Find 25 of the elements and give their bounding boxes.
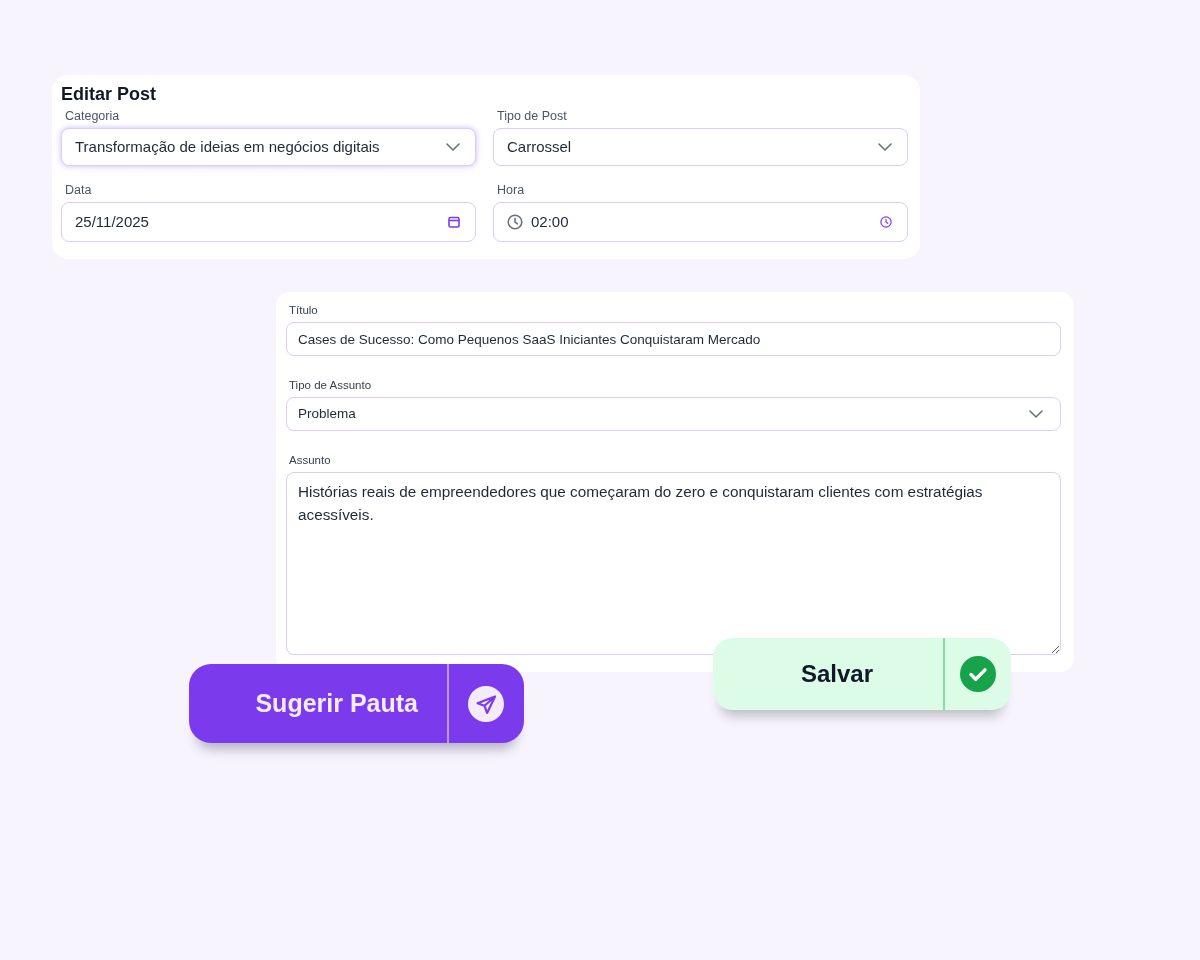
clock-icon: [507, 214, 523, 230]
field-label: Tipo de Post: [497, 108, 567, 124]
textarea-field[interactable]: Histórias reais de empreendedores que começaram do zero e conquistaram clientes com estratégias acessíveis.: [286, 472, 1061, 655]
field-label: Hora: [497, 182, 525, 198]
date-field[interactable]: 25/11/2025: [61, 202, 476, 242]
chevron-down-icon: [1029, 410, 1043, 418]
field-label: Data: [65, 182, 92, 198]
time-field[interactable]: 02:00: [493, 202, 908, 242]
select-field[interactable]: Transformação de ideias em negócios digitais: [61, 128, 476, 166]
suggest-topic-button[interactable]: Sugerir Pauta: [189, 664, 524, 743]
chevron-down-icon: [878, 143, 892, 151]
text-field[interactable]: Cases de Sucesso: Como Pequenos SaaS Iniciantes Conquistaram Mercado: [286, 322, 1061, 356]
clock-icon: [880, 216, 892, 228]
save-button[interactable]: Salvar: [713, 638, 1011, 710]
field-label: Categoria: [65, 108, 120, 124]
select-field[interactable]: Carrossel: [493, 128, 908, 166]
field-label: Assunto: [289, 453, 331, 468]
paper-plane-icon: [468, 685, 505, 722]
field-label: Tipo de Assunto: [289, 378, 372, 393]
chevron-down-icon: [446, 143, 460, 151]
select-field[interactable]: Problema: [286, 397, 1061, 431]
field-label: Título: [289, 303, 318, 318]
card-title: Editar Post: [61, 83, 157, 105]
check-circle-icon: [959, 656, 996, 692]
calendar-icon: [448, 216, 460, 228]
